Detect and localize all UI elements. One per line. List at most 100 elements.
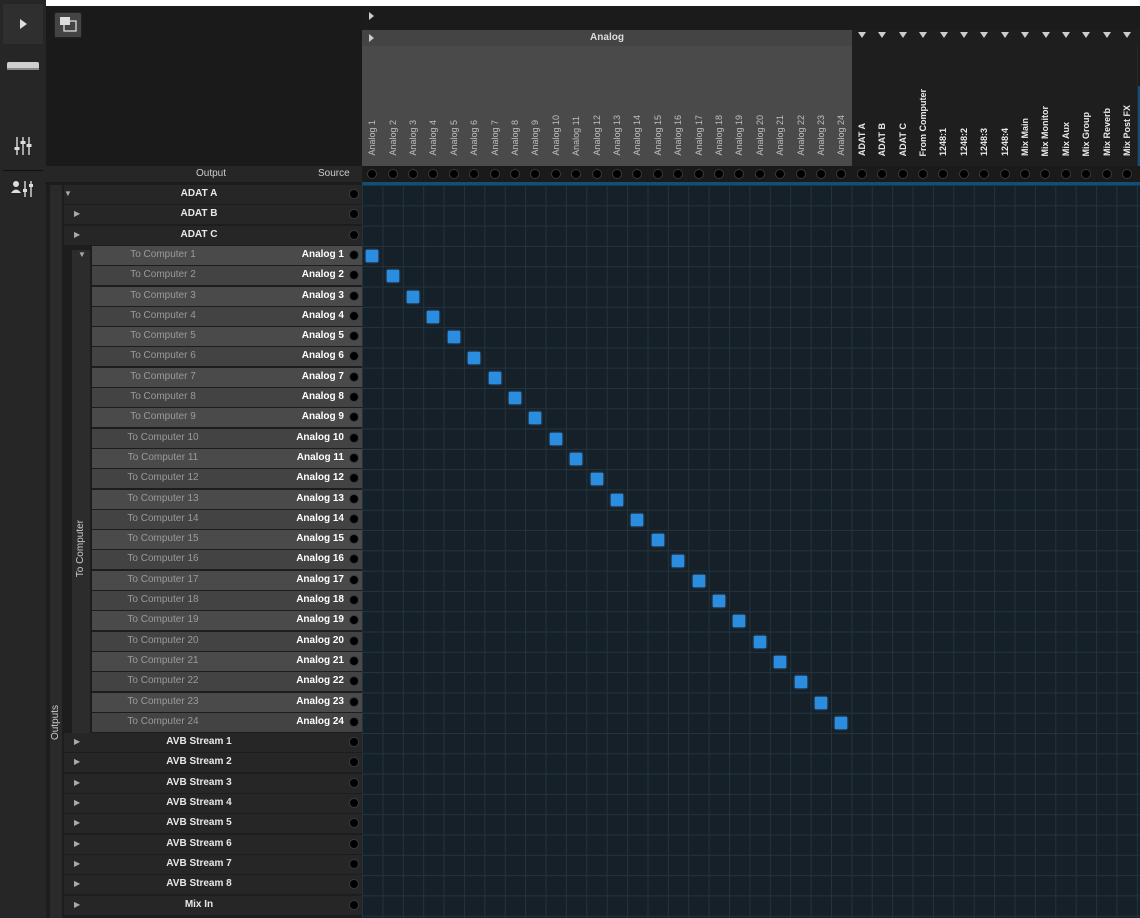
to-computer-row[interactable]: To Computer 19 Analog 19 xyxy=(92,611,362,631)
analog-source-column[interactable]: Analog 1 xyxy=(362,46,384,166)
source-connector-dot[interactable] xyxy=(1020,169,1030,179)
output-group-row[interactable]: ▶ AVB Stream 7 xyxy=(64,854,362,874)
expand-arrow-icon[interactable]: ▶ xyxy=(74,839,80,848)
routing-cell-active[interactable] xyxy=(427,310,440,323)
source-connector-dot[interactable] xyxy=(632,169,643,179)
source-connector-dot[interactable] xyxy=(938,169,949,179)
analog-source-column[interactable]: Analog 23 xyxy=(810,46,833,166)
source-column[interactable]: ADAT C xyxy=(892,46,914,166)
routing-cell-active[interactable] xyxy=(733,615,746,628)
output-connector-dot[interactable] xyxy=(349,777,359,788)
group-collapse-icon[interactable] xyxy=(858,32,866,38)
output-connector-dot[interactable] xyxy=(349,189,359,199)
routing-cell-active[interactable] xyxy=(651,534,664,547)
to-computer-row[interactable]: To Computer 4 Analog 4 xyxy=(92,306,362,326)
analog-source-column[interactable]: Analog 2 xyxy=(382,46,404,166)
output-connector-dot[interactable] xyxy=(349,229,359,240)
source-connector-dot[interactable] xyxy=(714,169,724,179)
output-connector-dot[interactable] xyxy=(349,554,359,565)
source-column[interactable]: Mix Post FX xyxy=(1116,46,1139,166)
output-connector-dot[interactable] xyxy=(349,473,359,484)
analog-source-column[interactable]: Analog 13 xyxy=(606,46,629,166)
to-computer-row[interactable]: To Computer 20 Analog 20 xyxy=(92,631,362,651)
analog-source-column[interactable]: Analog 22 xyxy=(790,46,812,166)
routing-cell-active[interactable] xyxy=(672,554,685,567)
output-connector-dot[interactable] xyxy=(349,635,359,646)
source-column[interactable]: Mix Monitor xyxy=(1035,46,1057,166)
output-connector-dot[interactable] xyxy=(349,655,359,666)
source-connector-dot[interactable] xyxy=(1101,169,1112,179)
expand-arrow-icon[interactable]: ▶ xyxy=(74,900,80,909)
to-computer-row[interactable]: To Computer 18 Analog 18 xyxy=(92,591,362,610)
routing-cell-active[interactable] xyxy=(570,453,583,466)
source-column[interactable]: 1248:2 xyxy=(953,46,975,166)
source-column[interactable]: 1248:4 xyxy=(994,46,1016,166)
source-connector-dot[interactable] xyxy=(469,169,480,179)
analog-source-column[interactable]: Analog 6 xyxy=(464,46,486,166)
output-group-row[interactable]: ▶ AVB Stream 3 xyxy=(64,773,362,793)
output-connector-dot[interactable] xyxy=(349,534,359,545)
output-connector-dot[interactable] xyxy=(349,696,359,707)
output-group-row[interactable]: ▶ AVB Stream 6 xyxy=(64,834,362,854)
analog-source-column[interactable]: Analog 24 xyxy=(831,46,853,166)
output-connector-dot[interactable] xyxy=(349,615,359,626)
output-connector-dot[interactable] xyxy=(349,757,359,768)
output-connector-dot[interactable] xyxy=(349,574,359,585)
output-connector-dot[interactable] xyxy=(349,249,359,260)
group-collapse-icon[interactable] xyxy=(980,32,989,38)
output-group-row[interactable]: ▶ AVB Stream 2 xyxy=(64,753,362,773)
analog-source-column[interactable]: Analog 8 xyxy=(504,46,527,166)
expand-arrow-icon[interactable]: ▶ xyxy=(74,879,80,888)
source-connector-dot[interactable] xyxy=(775,169,786,179)
group-collapse-icon[interactable] xyxy=(1000,32,1009,38)
source-connector-dot[interactable] xyxy=(550,169,561,179)
collapse-arrow-icon[interactable]: ▼ xyxy=(64,189,72,198)
source-column[interactable]: 1248:1 xyxy=(933,46,955,166)
output-connector-dot[interactable] xyxy=(349,838,359,849)
source-connector-dot[interactable] xyxy=(530,169,541,179)
source-connector-dot[interactable] xyxy=(999,169,1010,179)
source-connector-dot[interactable] xyxy=(897,169,908,179)
to-computer-row[interactable]: To Computer 13 Analog 13 xyxy=(92,489,362,509)
source-column[interactable]: Mix Main xyxy=(1014,46,1037,166)
expand-arrow-icon[interactable]: ▶ xyxy=(74,209,80,218)
source-connector-dot[interactable] xyxy=(918,169,928,179)
analog-source-column[interactable]: Analog 4 xyxy=(423,46,445,166)
routing-cell-active[interactable] xyxy=(835,716,848,729)
output-connector-dot[interactable] xyxy=(349,371,359,382)
source-connector-dot[interactable] xyxy=(979,169,990,179)
to-computer-row[interactable]: To Computer 3 Analog 3 xyxy=(92,286,362,306)
routing-cell-active[interactable] xyxy=(488,371,501,384)
routing-cell-active[interactable] xyxy=(447,331,460,344)
group-collapse-icon[interactable] xyxy=(1102,32,1111,38)
source-connector-dot[interactable] xyxy=(734,169,745,179)
expand-arrow-icon[interactable]: ▶ xyxy=(74,230,80,239)
to-computer-row[interactable]: To Computer 17 Analog 17 xyxy=(92,570,362,590)
source-column[interactable]: Mix Group xyxy=(1076,46,1098,166)
play-toggle-button[interactable] xyxy=(3,4,43,44)
group-collapse-icon[interactable] xyxy=(960,32,968,38)
routing-cell-active[interactable] xyxy=(529,412,542,425)
expand-arrow-icon[interactable]: ▶ xyxy=(74,818,80,827)
output-connector-dot[interactable] xyxy=(349,676,359,687)
output-connector-dot[interactable] xyxy=(349,270,359,281)
analog-source-column[interactable]: Analog 15 xyxy=(647,46,669,166)
source-column[interactable]: 1248:3 xyxy=(974,46,996,166)
to-computer-row[interactable]: To Computer 8 Analog 8 xyxy=(92,388,362,407)
collapse-arrow-icon[interactable]: ▼ xyxy=(78,250,86,259)
source-connector-dot[interactable] xyxy=(591,169,602,179)
output-group-row[interactable]: ▶ ADAT C xyxy=(64,225,362,245)
expand-arrow-icon[interactable]: ▶ xyxy=(74,757,80,766)
source-connector-dot[interactable] xyxy=(693,169,704,179)
analog-source-column[interactable]: Analog 3 xyxy=(402,46,425,166)
output-connector-dot[interactable] xyxy=(349,412,359,423)
analog-source-column[interactable]: Analog 17 xyxy=(688,46,710,166)
source-column[interactable]: Mix Aux xyxy=(1055,46,1077,166)
output-group-row[interactable]: ▶ ADAT B xyxy=(64,205,362,225)
output-connector-dot[interactable] xyxy=(349,290,359,301)
source-connector-dot[interactable] xyxy=(367,169,378,179)
routing-cell-active[interactable] xyxy=(753,635,766,648)
group-collapse-icon[interactable] xyxy=(939,32,948,38)
analog-source-column[interactable]: Analog 18 xyxy=(708,46,731,166)
output-connector-dot[interactable] xyxy=(349,716,359,727)
